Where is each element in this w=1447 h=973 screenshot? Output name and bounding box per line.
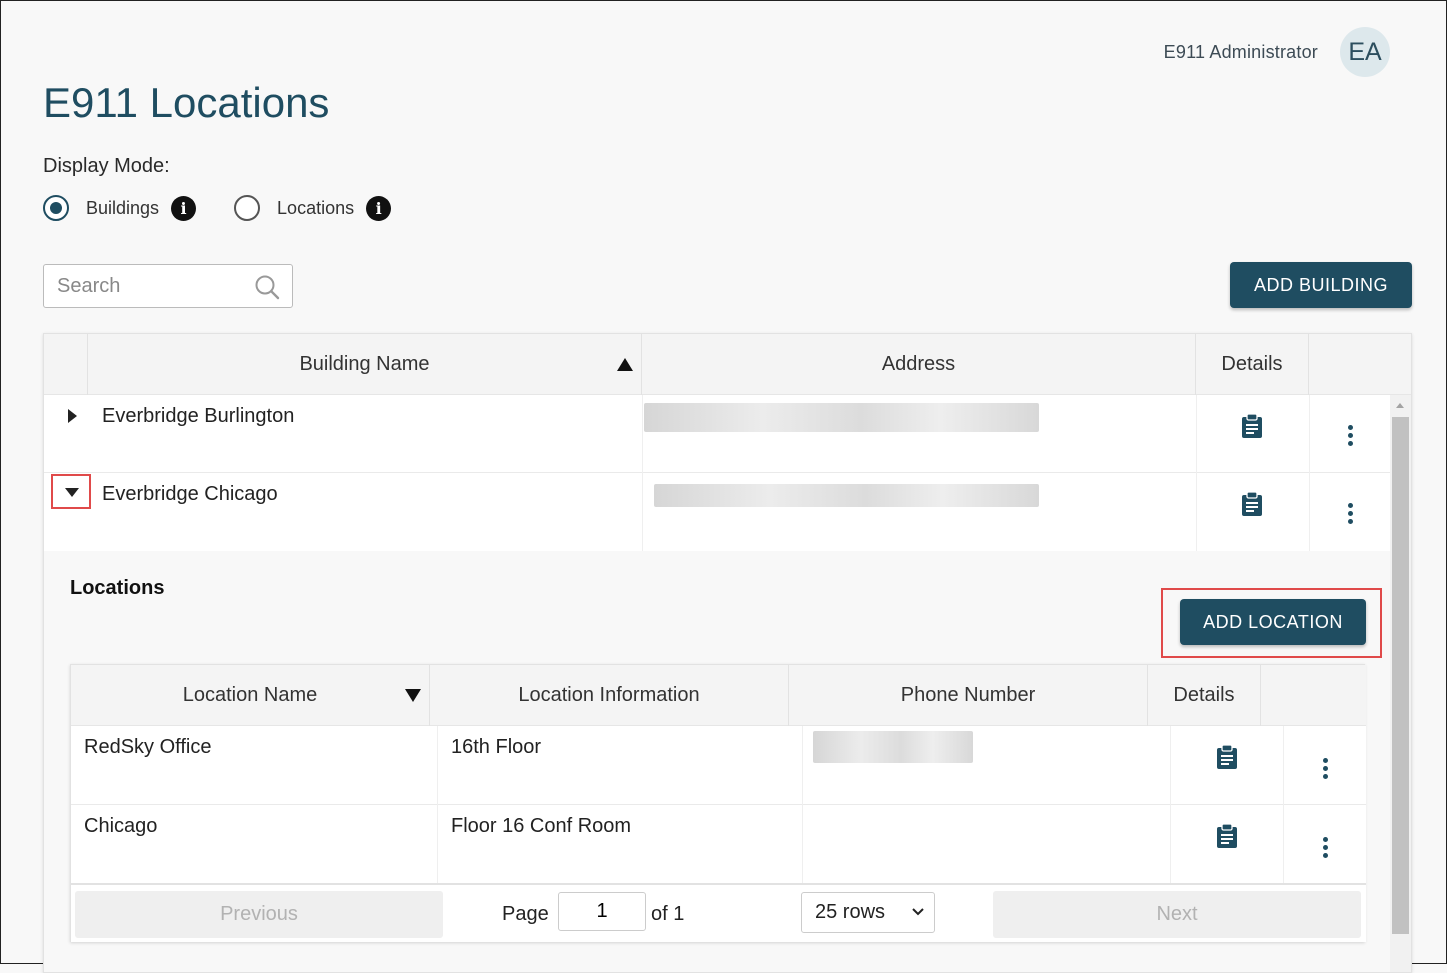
column-header-details: Details bbox=[1196, 334, 1309, 395]
column-divider bbox=[642, 473, 643, 551]
rows-per-page-select[interactable]: 25 rows bbox=[801, 892, 935, 933]
previous-button[interactable]: Previous bbox=[75, 891, 443, 938]
user-name: E911 Administrator bbox=[1163, 41, 1318, 62]
expand-toggle[interactable] bbox=[51, 474, 91, 509]
search-icon[interactable] bbox=[254, 274, 280, 300]
info-icon[interactable]: i bbox=[366, 195, 392, 221]
display-mode-radio-group: Buildings i Locations i bbox=[43, 195, 429, 221]
column-header-label: Location Information bbox=[518, 684, 700, 706]
rows-per-page-value: 25 rows bbox=[815, 901, 886, 923]
table-row: Everbridge Chicago bbox=[44, 473, 1392, 551]
column-divider bbox=[1283, 726, 1284, 805]
column-divider bbox=[437, 805, 438, 884]
page-label: Page bbox=[502, 903, 549, 925]
column-header-label: Phone Number bbox=[900, 684, 1036, 706]
clipboard-icon[interactable] bbox=[1216, 823, 1238, 849]
actions-column-header bbox=[1309, 334, 1411, 395]
clipboard-icon[interactable] bbox=[1241, 491, 1263, 517]
avatar[interactable]: EA bbox=[1340, 27, 1390, 77]
column-divider bbox=[1309, 473, 1310, 551]
vertical-scrollbar[interactable] bbox=[1390, 395, 1411, 972]
column-header-label: Details bbox=[1221, 353, 1283, 375]
building-name[interactable]: Everbridge Chicago bbox=[102, 483, 278, 506]
location-information: 16th Floor bbox=[451, 736, 542, 758]
column-divider bbox=[642, 395, 643, 473]
column-divider bbox=[437, 726, 438, 805]
column-divider bbox=[802, 726, 803, 805]
caret-right-icon[interactable] bbox=[68, 409, 77, 423]
location-information: Floor 16 Conf Room bbox=[451, 815, 632, 837]
add-location-button[interactable]: ADD LOCATION bbox=[1180, 599, 1366, 645]
table-row: Chicago Floor 16 Conf Room bbox=[71, 805, 1366, 884]
search-box bbox=[43, 264, 293, 308]
column-divider bbox=[1170, 805, 1171, 884]
radio-buildings-indicator[interactable] bbox=[43, 195, 69, 221]
kebab-icon[interactable] bbox=[1346, 501, 1354, 525]
column-header-phone-number[interactable]: Phone Number bbox=[789, 665, 1148, 726]
address-redacted bbox=[644, 403, 1039, 432]
building-name[interactable]: Everbridge Burlington bbox=[102, 405, 294, 428]
radio-buildings[interactable]: Buildings i bbox=[43, 195, 197, 221]
buildings-table-header: Building Name Address Details bbox=[44, 334, 1411, 395]
column-header-location-name[interactable]: Location Name bbox=[71, 665, 430, 726]
locations-panel: Locations ADD LOCATION Location Name Loc… bbox=[44, 551, 1392, 972]
user-area: E911 Administrator EA bbox=[1164, 27, 1390, 77]
sort-descending-icon[interactable] bbox=[405, 689, 421, 702]
column-header-label: Address bbox=[881, 353, 956, 375]
column-divider bbox=[802, 805, 803, 884]
page-number-input[interactable] bbox=[558, 892, 646, 931]
caret-down-icon[interactable] bbox=[65, 488, 79, 497]
scrollbar-thumb[interactable] bbox=[1392, 417, 1409, 934]
column-divider bbox=[1283, 805, 1284, 884]
expand-column-header bbox=[44, 334, 88, 395]
chevron-down-icon bbox=[912, 908, 924, 916]
clipboard-icon[interactable] bbox=[1216, 744, 1238, 770]
locations-table-header: Location Name Location Information Phone… bbox=[71, 665, 1366, 726]
radio-locations-indicator[interactable] bbox=[234, 195, 261, 221]
locations-table: Location Name Location Information Phone… bbox=[70, 664, 1366, 942]
buildings-table: Building Name Address Details Everbridge… bbox=[43, 333, 1412, 973]
info-icon[interactable]: i bbox=[171, 195, 197, 221]
column-header-location-information[interactable]: Location Information bbox=[430, 665, 789, 726]
address-redacted bbox=[654, 484, 1039, 507]
next-button[interactable]: Next bbox=[993, 891, 1361, 938]
column-header-label: Details bbox=[1173, 684, 1235, 706]
column-header-label: Building Name bbox=[299, 353, 430, 375]
table-row: Everbridge Burlington bbox=[44, 395, 1392, 473]
sort-ascending-icon[interactable] bbox=[617, 358, 633, 371]
page-title: E911 Locations bbox=[43, 79, 330, 126]
column-header-building-name[interactable]: Building Name bbox=[88, 334, 642, 395]
search-input[interactable] bbox=[44, 273, 244, 299]
add-building-button[interactable]: ADD BUILDING bbox=[1230, 262, 1412, 308]
column-divider bbox=[1170, 726, 1171, 805]
locations-heading: Locations bbox=[70, 577, 165, 599]
kebab-icon[interactable] bbox=[1321, 756, 1329, 780]
actions-column-header bbox=[1261, 665, 1366, 726]
page-count-label: of 1 bbox=[651, 903, 685, 925]
table-row: RedSky Office 16th Floor bbox=[71, 726, 1366, 805]
column-header-details: Details bbox=[1148, 665, 1261, 726]
radio-buildings-label: Buildings bbox=[86, 197, 160, 218]
column-divider bbox=[1196, 473, 1197, 551]
pagination-bar: Previous Page of 1 25 rows Next bbox=[71, 883, 1366, 942]
clipboard-icon[interactable] bbox=[1241, 413, 1263, 439]
radio-locations-label: Locations bbox=[277, 197, 355, 218]
column-divider bbox=[1309, 395, 1310, 473]
scroll-up-arrow-icon[interactable] bbox=[1396, 403, 1404, 408]
display-mode-label: Display Mode: bbox=[43, 155, 170, 177]
phone-number-redacted bbox=[813, 731, 973, 763]
kebab-icon[interactable] bbox=[1321, 835, 1329, 859]
column-header-address[interactable]: Address bbox=[642, 334, 1196, 395]
column-divider bbox=[1196, 395, 1197, 473]
kebab-icon[interactable] bbox=[1346, 423, 1354, 447]
location-name: RedSky Office bbox=[84, 736, 212, 758]
column-header-label: Location Name bbox=[182, 684, 318, 706]
location-name: Chicago bbox=[84, 815, 158, 837]
radio-locations[interactable]: Locations i bbox=[234, 195, 392, 221]
